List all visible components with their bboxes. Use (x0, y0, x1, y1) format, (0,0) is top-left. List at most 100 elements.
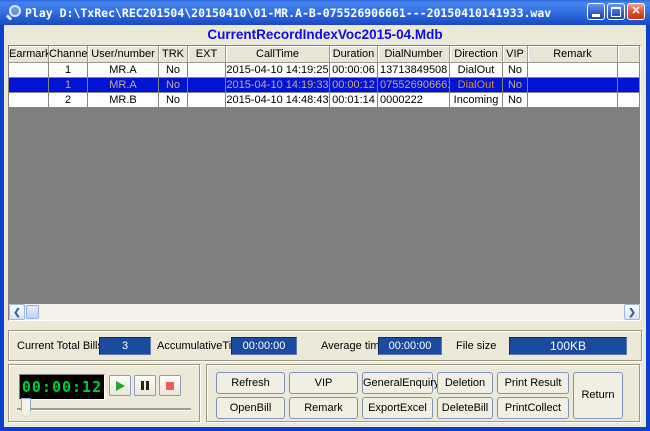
app-window: Play D:\TxRec\REC201504\20150410\01-MR.A… (0, 0, 650, 431)
cell (618, 63, 640, 78)
printcollect-button[interactable]: PrintCollect (497, 397, 569, 419)
exportexcel-button[interactable]: ExportExcel (362, 397, 433, 419)
cell: No (503, 78, 528, 93)
actions-panel: Return RefreshVIPGeneralEnquiryDeletionP… (206, 364, 640, 422)
generalenquiry-button[interactable]: GeneralEnquiry (362, 372, 433, 394)
cell: DialOut (450, 63, 503, 78)
cell (188, 93, 226, 108)
table-row[interactable]: 2MR.B No 2015-04-10 14:48:4300:01:14000022… (9, 93, 640, 108)
openbill-button[interactable]: OpenBill (216, 397, 285, 419)
column-header-direction[interactable]: Direction (450, 46, 503, 63)
column-header-remark[interactable]: Remark (528, 46, 618, 63)
play-icon (116, 381, 125, 391)
cell: 00:01:14 (330, 93, 378, 108)
scrollbar-thumb[interactable] (26, 305, 39, 319)
player-panel: 00:00:12 (8, 364, 200, 422)
cell: 0000222 (378, 93, 450, 108)
cell: 075526906661 (378, 78, 450, 93)
remark-button[interactable]: Remark (289, 397, 358, 419)
scroll-left-button[interactable]: ❮ (9, 304, 25, 320)
column-header-vip[interactable]: VIP (503, 46, 528, 63)
cell: DialOut (450, 78, 503, 93)
column-header-duration[interactable]: Duration (330, 46, 378, 63)
maximize-button[interactable] (607, 3, 625, 20)
cell: MR.B (88, 93, 159, 108)
cell: No (159, 63, 188, 78)
magnifier-icon (6, 5, 21, 20)
stop-icon (166, 382, 174, 390)
cell (188, 63, 226, 78)
cell: 2 (49, 93, 88, 108)
records-table: EarmarkChannelUser/numberTRKEXTCallTimeD… (8, 45, 641, 321)
deletion-button[interactable]: Deletion (437, 372, 493, 394)
total-bills-value: 3 (99, 337, 151, 355)
cell: 2015-04-10 14:48:43 (226, 93, 330, 108)
cell: 13713849508 (378, 63, 450, 78)
return-button[interactable]: Return (573, 372, 623, 419)
file-size-label: File size (456, 340, 496, 352)
horizontal-scrollbar[interactable]: ❮ ❯ (9, 304, 640, 320)
cell (528, 93, 618, 108)
cell (618, 78, 640, 93)
column-header-ext[interactable]: EXT (188, 46, 226, 63)
scroll-right-button[interactable]: ❯ (624, 304, 640, 320)
refresh-button[interactable]: Refresh (216, 372, 285, 394)
total-bills-label: Current Total Bills (17, 340, 103, 352)
cell: No (159, 78, 188, 93)
cell: No (503, 63, 528, 78)
cell (188, 78, 226, 93)
minimize-icon (592, 14, 600, 17)
database-title: CurrentRecordIndexVoc2015-04.Mdb (4, 27, 646, 42)
cell (528, 63, 618, 78)
client-area: CurrentRecordIndexVoc2015-04.Mdb Earmark… (4, 25, 646, 427)
column-header-earmark[interactable]: Earmark (9, 46, 49, 63)
cell (528, 78, 618, 93)
title-bar[interactable]: Play D:\TxRec\REC201504\20150410\01-MR.A… (0, 0, 650, 25)
stop-button[interactable] (159, 375, 181, 396)
column-header-calltime[interactable]: CallTime (226, 46, 330, 63)
cell: No (503, 93, 528, 108)
table-row[interactable]: 1MR.ANo2015-04-10 14:19:3300:00:12075526… (9, 78, 640, 93)
table-header-row: EarmarkChannelUser/numberTRKEXTCallTimeD… (9, 46, 640, 63)
stats-bar: Current Total Bills 3 AccumulativeTime 0… (8, 330, 642, 361)
average-time-label: Average time (321, 340, 386, 352)
cell (9, 78, 49, 93)
window-title: Play D:\TxRec\REC201504\20150410\01-MR.A… (25, 6, 551, 20)
minimize-button[interactable] (587, 3, 605, 20)
print-result-button[interactable]: Print Result (497, 372, 569, 394)
scroll-right-icon: ❯ (628, 308, 636, 317)
cell: MR.A (88, 78, 159, 93)
average-time-value: 00:00:00 (378, 337, 442, 355)
seek-slider-thumb[interactable] (21, 398, 31, 417)
scroll-left-icon: ❮ (13, 308, 21, 317)
table-rows: 1MR.ANo2015-04-10 14:19:2500:00:06137138… (9, 63, 640, 108)
table-empty-area (9, 108, 640, 304)
pause-icon (141, 381, 149, 390)
elapsed-time-display: 00:00:12 (19, 374, 105, 400)
column-header-user-number[interactable]: User/number (88, 46, 159, 63)
deletebill-button[interactable]: DeleteBill (437, 397, 493, 419)
cell (9, 93, 49, 108)
cell (9, 63, 49, 78)
close-icon: ✕ (631, 6, 640, 17)
column-header-spacer[interactable] (618, 46, 640, 63)
close-button[interactable]: ✕ (627, 3, 645, 20)
cell: 2015-04-10 14:19:33 (226, 78, 330, 93)
cell: 1 (49, 63, 88, 78)
file-size-value: 100KB (509, 337, 627, 355)
cell: 2015-04-10 14:19:25 (226, 63, 330, 78)
cell: Incoming (450, 93, 503, 108)
cell: MR.A (88, 63, 159, 78)
table-row[interactable]: 1MR.ANo2015-04-10 14:19:2500:00:06137138… (9, 63, 640, 78)
column-header-channel[interactable]: Channel (49, 46, 88, 63)
column-header-dialnumber[interactable]: DialNumber (378, 46, 450, 63)
seek-slider-track[interactable] (17, 408, 191, 411)
cell (618, 93, 640, 108)
column-header-trk[interactable]: TRK (159, 46, 188, 63)
cell: 00:00:06 (330, 63, 378, 78)
play-button[interactable] (109, 375, 131, 396)
vip-button[interactable]: VIP (289, 372, 358, 394)
cell: 00:00:12 (330, 78, 378, 93)
pause-button[interactable] (134, 375, 156, 396)
cell: 1 (49, 78, 88, 93)
